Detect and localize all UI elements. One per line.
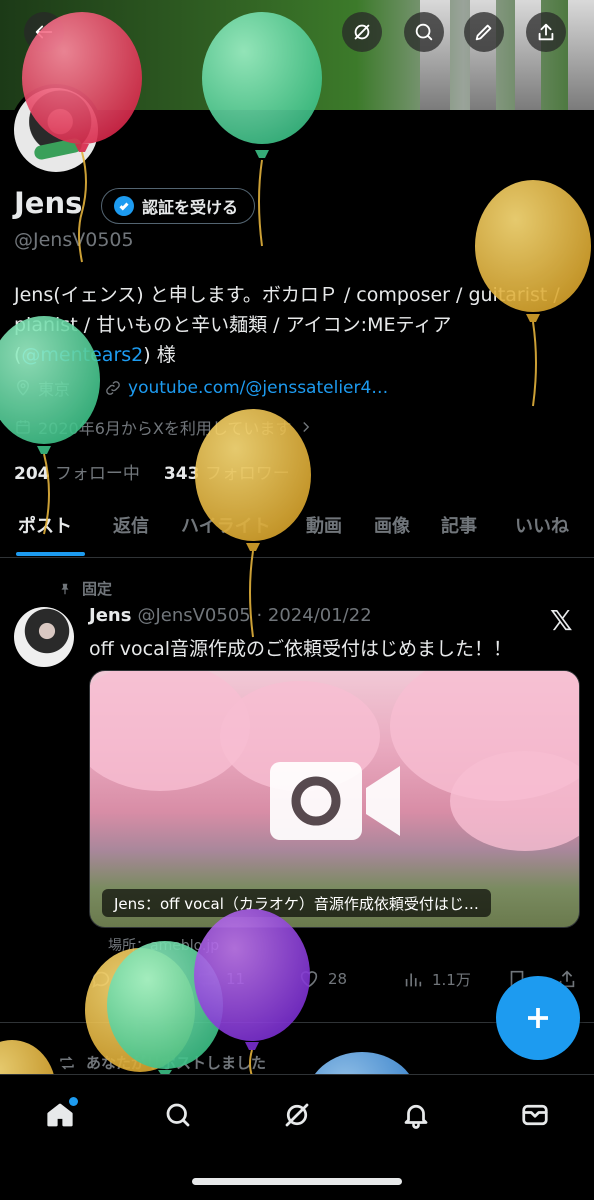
grok-icon [354, 24, 370, 40]
followers-count: 343 [163, 464, 200, 484]
nav-grok[interactable] [277, 1095, 317, 1135]
nav-messages[interactable] [515, 1095, 555, 1135]
profile-joined[interactable]: 2020年6月からXを利用しています [14, 415, 315, 439]
share-icon [538, 23, 554, 41]
profile-location: 東京 [38, 380, 71, 399]
profile-tabs: ポスト 返信 ハイライト 動画 画像 記事 いいね [0, 500, 594, 558]
profile-avatar[interactable] [10, 84, 102, 176]
profile-bio: Jens(イェンス) と申します。ボカロＰ / composer / guita… [14, 280, 584, 370]
blossom [450, 751, 579, 851]
bio-text-end: ) 様 [143, 344, 176, 366]
repost-indicator: あなたがリポストしました [58, 1052, 266, 1073]
arrow-left-icon [35, 25, 53, 39]
search-icon [415, 23, 433, 41]
back-button[interactable] [24, 12, 64, 52]
pin-icon [61, 583, 69, 594]
get-verified-button[interactable]: 認証を受ける [101, 188, 256, 224]
avatar-guitar [33, 137, 83, 161]
grok-icon [285, 1103, 309, 1127]
get-verified-label: 認証を受ける [142, 198, 239, 217]
post-author-name[interactable]: Jens [89, 605, 131, 626]
chevron-right-icon [303, 422, 310, 432]
reply-button[interactable] [90, 968, 120, 990]
like-count: 28 [328, 970, 348, 988]
video-camera-icon [270, 762, 400, 840]
profile-handle: @JensV0505 [14, 229, 134, 251]
pinned-label: 固定 [82, 580, 113, 598]
profile-name: Jens [14, 186, 83, 220]
verified-badge-icon [114, 196, 134, 216]
post-text: off vocal音源作成のご依頼受付はじめました！！ [89, 638, 512, 660]
tab-replies[interactable]: 返信 [113, 500, 149, 538]
location-icon [17, 379, 29, 396]
post-header: Jens @JensV0505 · 2024/01/22 [89, 605, 372, 626]
share-button[interactable] [526, 12, 566, 52]
link-icon [106, 381, 120, 395]
followers-label: フォロワー [204, 464, 290, 484]
search-icon [166, 1103, 190, 1127]
repost-indicator-label: あなたがリポストしました [86, 1054, 267, 1072]
post-author-avatar[interactable] [14, 607, 74, 667]
post-handle-date: @JensV0505 · 2024/01/22 [137, 605, 372, 626]
calendar-icon [16, 420, 30, 434]
follow-stats: 204 フォロー中 343 フォロワー [14, 459, 290, 484]
followers-link[interactable]: 343 フォロワー [164, 459, 290, 484]
following-count: 204 [14, 464, 50, 484]
link-source[interactable]: 場所：ameblo.jp [108, 935, 219, 955]
mail-icon [522, 1104, 548, 1126]
tab-images[interactable]: 画像 [374, 500, 410, 538]
like-button[interactable]: 28 [298, 968, 347, 990]
banner-detail [568, 0, 594, 110]
nav-home[interactable] [40, 1095, 80, 1135]
repost-button[interactable]: 11 [196, 968, 245, 990]
following-label: フォロー中 [54, 464, 140, 484]
tab-articles[interactable]: 記事 [441, 500, 477, 538]
repost-icon [198, 971, 216, 987]
repost-icon [60, 1055, 74, 1070]
tab-posts[interactable]: ポスト [18, 500, 72, 538]
search-button[interactable] [404, 12, 444, 52]
bell-icon [404, 1104, 428, 1129]
compose-post-button[interactable] [496, 976, 580, 1060]
nav-search[interactable] [158, 1095, 198, 1135]
views-button[interactable]: 1.1万 [402, 968, 471, 990]
grok-button[interactable] [342, 12, 382, 52]
edit-button[interactable] [464, 12, 504, 52]
tab-highlights[interactable]: ハイライト [181, 500, 271, 538]
profile-joined-text: 2020年6月からXを利用しています [38, 419, 292, 438]
post-media-card[interactable]: Jens：off vocal（カラオケ）音源作成依頼受付はじ… [89, 670, 580, 928]
heart-icon [300, 971, 318, 988]
following-link[interactable]: 204 フォロー中 [14, 459, 140, 484]
edit-icon [475, 24, 492, 41]
home-indicator [192, 1178, 402, 1185]
active-tab-indicator [16, 552, 85, 556]
bio-mention-link[interactable]: @mentears2 [21, 344, 143, 366]
profile-website-link[interactable]: youtube.com/@jenssatelier4… [128, 378, 388, 398]
repost-count: 11 [226, 970, 246, 988]
view-count: 1.1万 [432, 970, 471, 989]
tab-videos[interactable]: 動画 [306, 500, 342, 538]
reply-icon [92, 971, 110, 988]
analytics-icon [405, 973, 422, 987]
plus-icon [528, 1008, 548, 1028]
nav-notifications[interactable] [396, 1095, 436, 1135]
profile-banner[interactable] [0, 0, 594, 110]
media-caption: Jens：off vocal（カラオケ）音源作成依頼受付はじ… [102, 889, 491, 917]
pinned-indicator: 固定 [58, 578, 112, 599]
notification-dot [69, 1097, 78, 1106]
tab-likes[interactable]: いいね [515, 500, 569, 538]
x-logo-icon: 𝕏 [550, 604, 573, 637]
profile-meta: 東京 youtube.com/@jenssatelier4… [14, 376, 388, 400]
